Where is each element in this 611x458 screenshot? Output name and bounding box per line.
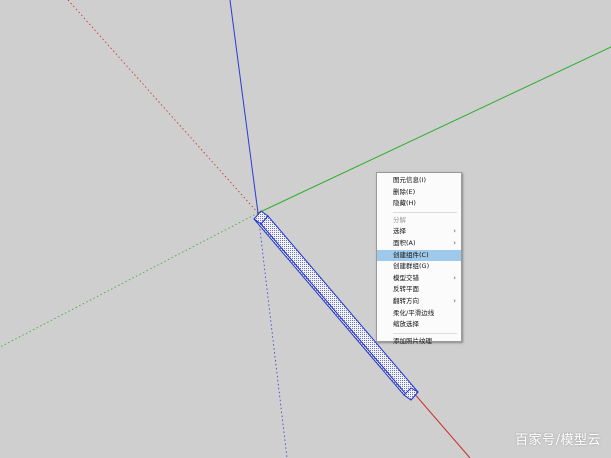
scene-canvas[interactable] (0, 0, 611, 458)
menu-item-label: 面积(A) (393, 238, 416, 247)
menu-item-label: 添加照片纹理 (393, 336, 432, 345)
menu-item-label: 柔化/平滑边线 (393, 308, 435, 317)
menu-item-label: 删除(E) (393, 187, 416, 196)
menu-item-label: 隐藏(H) (393, 199, 416, 208)
chevron-right-icon: › (453, 296, 456, 305)
menu-item[interactable]: 隐藏(H) (377, 198, 461, 210)
menu-item-label: 反转平面 (393, 285, 419, 294)
menu-item-label: 选择 (393, 227, 406, 236)
menu-item[interactable]: 模型交错 › (377, 273, 461, 285)
green-axis-dotted (0, 212, 259, 348)
menu-item[interactable]: 缩放选择 (377, 319, 461, 331)
menu-item-label: 创建组件(C) (393, 250, 429, 259)
menu-item: 分解 (377, 215, 461, 227)
menu-item[interactable]: 面积(A) › (377, 238, 461, 250)
menu-item[interactable]: 创建组件(C) (377, 249, 461, 262)
menu-item-label: 缩放选择 (393, 320, 419, 329)
chevron-right-icon: › (453, 227, 456, 236)
context-menu: 图元信息(I) 删除(E) 隐藏(H) 分解选择 › 面积(A) › 创建组件(C) 创建群组(… (376, 172, 462, 345)
menu-item[interactable]: 创建群组(G) (377, 261, 461, 273)
modeling-viewport[interactable]: 图元信息(I) 删除(E) 隐藏(H) 分解选择 › 面积(A) › 创建组件(C) 创建群组(… (0, 0, 611, 458)
menu-item[interactable]: 翻转方向 › (377, 296, 461, 308)
watermark-text: 百家号/模型云 (515, 433, 601, 448)
menu-item-label: 翻转方向 (393, 296, 419, 305)
menu-item[interactable]: 反转平面 (377, 284, 461, 296)
menu-item-label: 分解 (393, 215, 406, 224)
menu-separator (393, 211, 457, 213)
menu-separator (393, 332, 457, 334)
menu-item[interactable]: 选择 › (377, 226, 461, 238)
chevron-right-icon: › (453, 238, 456, 247)
menu-item-label: 创建群组(G) (393, 262, 430, 271)
blue-axis-solid (229, 0, 259, 214)
menu-item-label: 图元信息(I) (393, 176, 426, 184)
menu-item[interactable]: 添加照片纹理 (377, 336, 461, 348)
menu-item[interactable]: 删除(E) (377, 187, 461, 199)
menu-item[interactable]: 柔化/平滑边线 (377, 308, 461, 320)
menu-item-label: 模型交错 (393, 273, 419, 282)
menu-item[interactable]: 图元信息(I) (377, 175, 461, 187)
chevron-right-icon: › (453, 273, 456, 282)
red-axis-dotted (67, 0, 259, 214)
